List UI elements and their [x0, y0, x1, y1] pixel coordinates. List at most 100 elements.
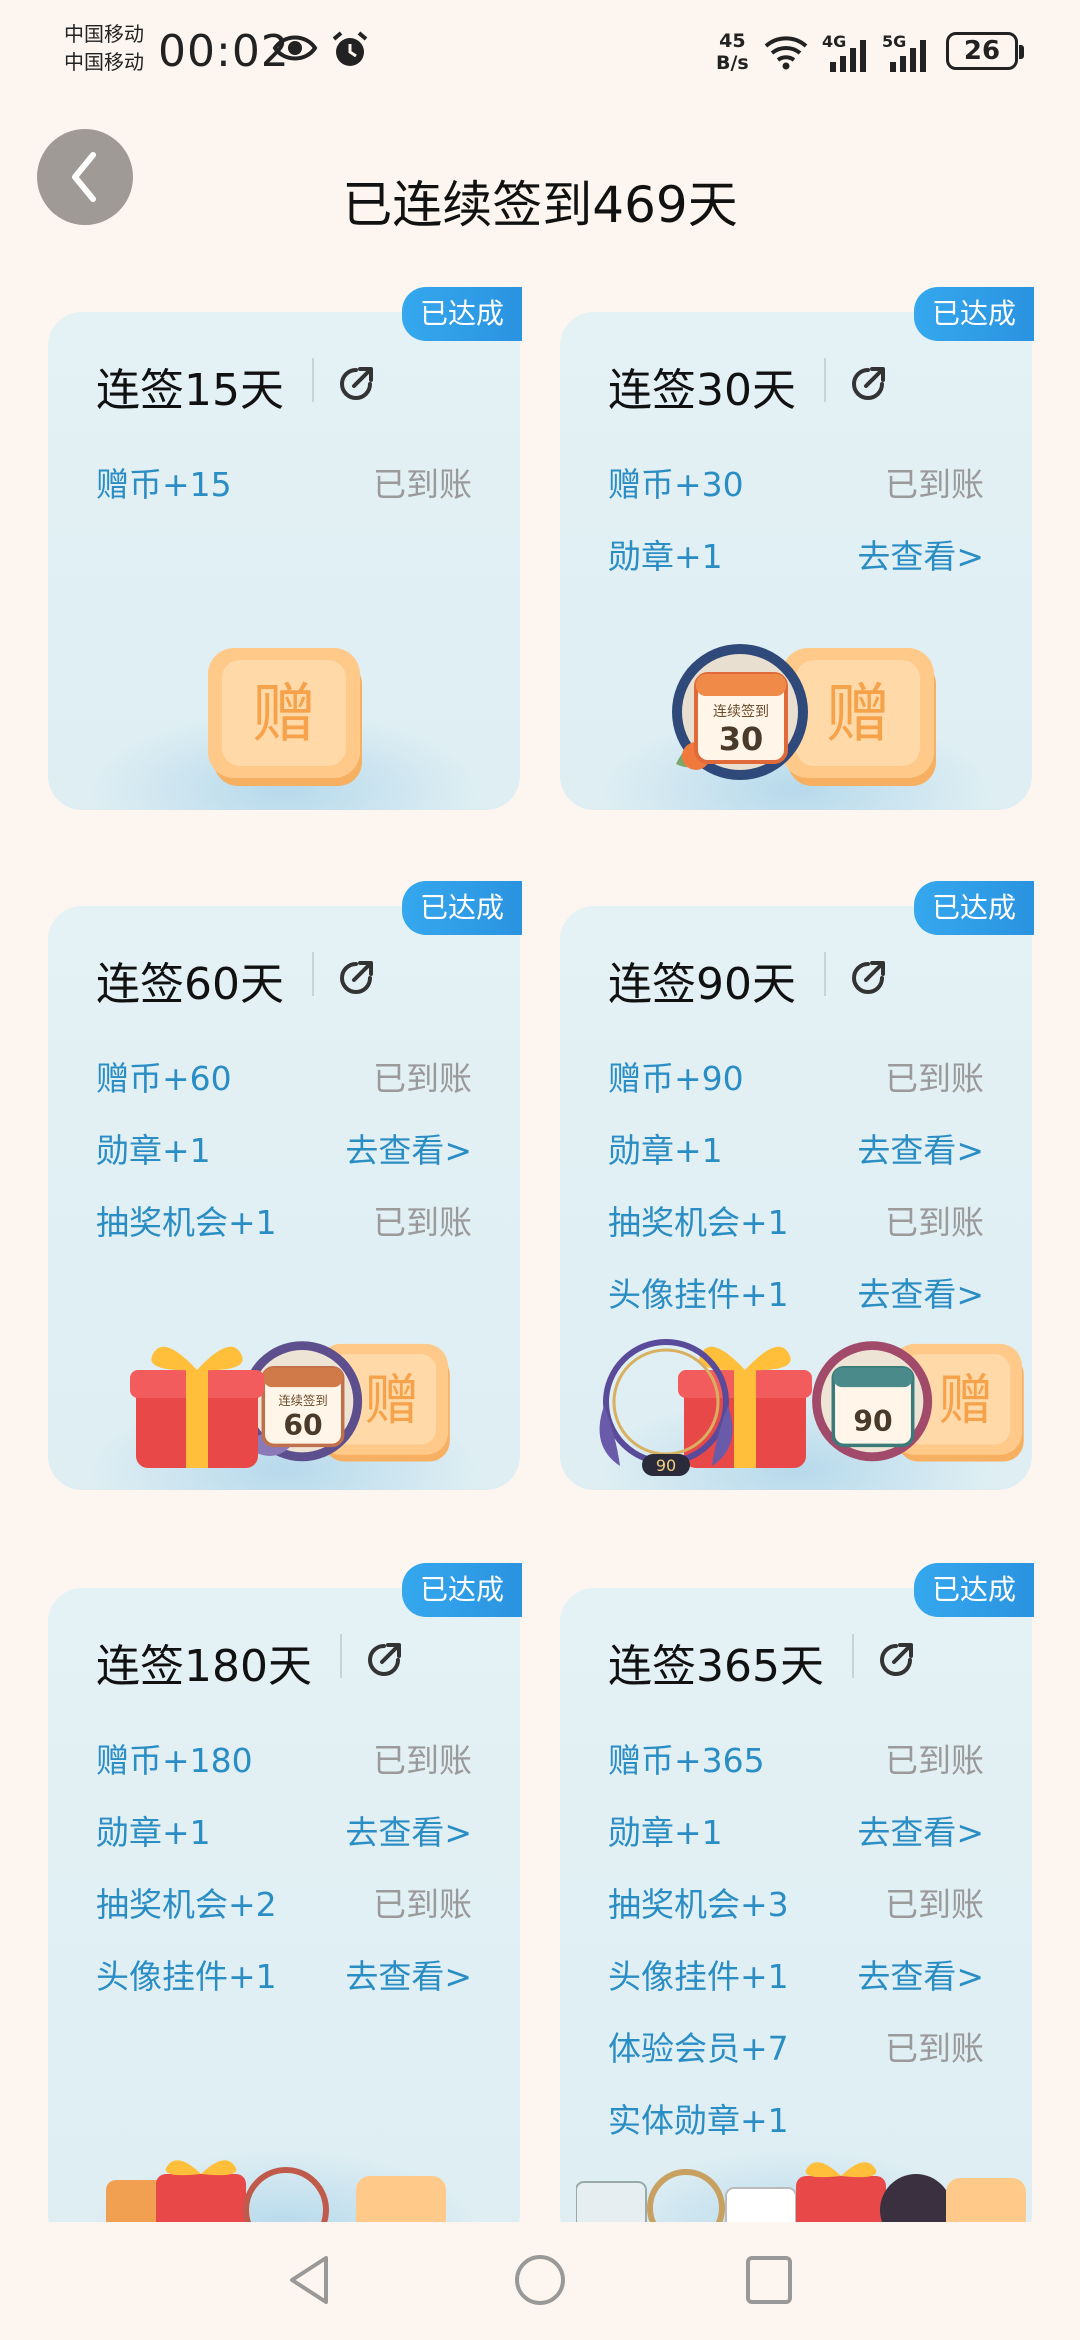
reward-label: 抽奖机会+1 — [96, 1203, 277, 1242]
view-link[interactable]: 去查看> — [345, 1950, 472, 1996]
milestone-card-90: 连签90天 赠币+90 已到账 勋章+1 去查看> 抽奖机会+1 已到账 头像挂… — [560, 906, 1032, 1490]
view-link[interactable]: 去查看> — [345, 1806, 472, 1852]
reward-status: 已到账 — [885, 1885, 984, 1924]
title-divider — [312, 952, 314, 996]
signal-icon — [830, 40, 866, 72]
card-title: 连签15天 — [96, 365, 284, 416]
reward-row: 抽奖机会+1 已到账 — [96, 1196, 472, 1242]
reward-row: 赠币+15 已到账 — [96, 458, 472, 504]
page-title: 已连续签到469天 — [342, 176, 738, 234]
battery-icon: 26 — [946, 32, 1024, 70]
share-icon[interactable] — [846, 362, 890, 406]
title-divider — [852, 1634, 854, 1678]
reward-label: 抽奖机会+3 — [608, 1885, 789, 1924]
share-icon[interactable] — [334, 956, 378, 1000]
view-link[interactable]: 去查看> — [857, 1950, 984, 1996]
medal-number: 90 — [853, 1405, 892, 1438]
reward-row: 体验会员+7 已到账 — [608, 2022, 984, 2068]
title-divider — [824, 952, 826, 996]
reward-row: 赠币+180 已到账 — [96, 1734, 472, 1780]
milestone-card-30: 连签30天 赠币+30 已到账 勋章+1 去查看> 赠 连续签到 30 — [560, 312, 1032, 810]
medal-caption: 连续签到 — [713, 703, 769, 720]
status-bar: 中国移动 中国移动 00:02 45 B/s 4G 5G 26 — [0, 0, 1080, 110]
reward-row: 勋章+1 去查看> — [608, 1124, 984, 1170]
medal-illustration: 连续签到 30 — [672, 644, 808, 780]
milestone-card-15: 连签15天 赠币+15 已到账 赠 — [48, 312, 520, 810]
reward-label: 赠币+15 — [96, 465, 232, 504]
reward-label: 头像挂件+1 — [608, 1957, 789, 1996]
status-time: 00:02 — [158, 26, 290, 77]
rewards-illustration — [106, 2160, 446, 2230]
medal-number: 60 — [283, 1409, 322, 1442]
view-link[interactable]: 去查看> — [857, 1124, 984, 1170]
reward-status: 已到账 — [885, 1203, 984, 1242]
coin-ticket-illustration: 赠 — [208, 648, 362, 786]
wifi-icon — [764, 36, 808, 70]
signal-icon — [890, 40, 926, 72]
share-icon[interactable] — [846, 956, 890, 1000]
card-title: 连签90天 — [608, 959, 796, 1010]
reward-label: 赠币+60 — [96, 1059, 232, 1098]
eye-icon — [272, 35, 318, 61]
card-title: 连签365天 — [608, 1641, 824, 1692]
achieved-badge: 已达成 — [402, 881, 523, 935]
reward-row: 抽奖机会+1 已到账 — [608, 1196, 984, 1242]
reward-status: 已到账 — [373, 465, 472, 504]
card-title: 连签180天 — [96, 1641, 312, 1692]
net-speed-value: 45 — [719, 30, 746, 52]
reward-row: 抽奖机会+2 已到账 — [96, 1878, 472, 1924]
reward-label: 头像挂件+1 — [96, 1957, 277, 1996]
title-divider — [340, 1634, 342, 1678]
reward-status: 已到账 — [373, 1203, 472, 1242]
view-link[interactable]: 去查看> — [857, 530, 984, 576]
reward-row: 抽奖机会+3 已到账 — [608, 1878, 984, 1924]
medal-illustration: 90 — [812, 1341, 933, 1462]
achieved-badge: 已达成 — [402, 1563, 523, 1617]
reward-label: 头像挂件+1 — [608, 1275, 789, 1314]
reward-status: 已到账 — [885, 465, 984, 504]
net-speed-unit: B/s — [716, 52, 749, 74]
reward-label: 勋章+1 — [608, 1131, 723, 1170]
reward-label: 赠币+30 — [608, 465, 744, 504]
view-link[interactable]: 去查看> — [857, 1806, 984, 1852]
share-icon[interactable] — [874, 1638, 918, 1682]
title-divider — [312, 358, 314, 402]
reward-row: 赠币+30 已到账 — [608, 458, 984, 504]
share-icon[interactable] — [362, 1638, 406, 1682]
reward-row: 赠币+90 已到账 — [608, 1052, 984, 1098]
share-icon[interactable] — [334, 362, 378, 406]
reward-status: 已到账 — [885, 2029, 984, 2068]
reward-status: 已到账 — [373, 1059, 472, 1098]
reward-row: 赠币+365 已到账 — [608, 1734, 984, 1780]
milestone-card-180: 连签180天 赠币+180 已到账 勋章+1 去查看> 抽奖机会+2 已到账 头… — [48, 1588, 520, 2248]
reward-label: 实体勋章+1 — [608, 2101, 789, 2140]
view-link[interactable]: 去查看> — [345, 1124, 472, 1170]
reward-row: 头像挂件+1 去查看> — [96, 1950, 472, 1996]
reward-label: 抽奖机会+1 — [608, 1203, 789, 1242]
card-title: 连签30天 — [608, 365, 796, 416]
milestone-card-60: 连签60天 赠币+60 已到账 勋章+1 去查看> 抽奖机会+1 已到账 赠 连… — [48, 906, 520, 1490]
achieved-badge: 已达成 — [914, 1563, 1035, 1617]
coin-glyph: 赠 — [826, 678, 890, 752]
reward-status: 已到账 — [885, 1059, 984, 1098]
reward-row: 赠币+60 已到账 — [96, 1052, 472, 1098]
medal-caption: 连续签到 — [278, 1393, 327, 1408]
reward-label: 勋章+1 — [608, 537, 723, 576]
carrier-1: 中国移动 — [64, 22, 144, 46]
reward-row: 头像挂件+1 去查看> — [608, 1268, 984, 1314]
net-speed: 45 B/s — [716, 30, 749, 74]
carrier-labels: 中国移动 中国移动 — [64, 20, 144, 76]
reward-label: 抽奖机会+2 — [96, 1885, 277, 1924]
reward-status: 已到账 — [373, 1885, 472, 1924]
back-triangle-icon[interactable] — [284, 2252, 334, 2308]
home-circle-icon[interactable] — [512, 2252, 568, 2308]
reward-label: 勋章+1 — [96, 1131, 211, 1170]
reward-row: 实体勋章+1 — [608, 2094, 984, 2140]
view-link[interactable]: 去查看> — [857, 1268, 984, 1314]
avatar-frame-illustration: 90 — [599, 1339, 733, 1476]
navigation-bar — [0, 2222, 1080, 2340]
gift-box-illustration — [130, 1346, 264, 1468]
recents-square-icon[interactable] — [744, 2252, 794, 2308]
alarm-icon — [332, 31, 368, 66]
reward-label: 赠币+90 — [608, 1059, 744, 1098]
